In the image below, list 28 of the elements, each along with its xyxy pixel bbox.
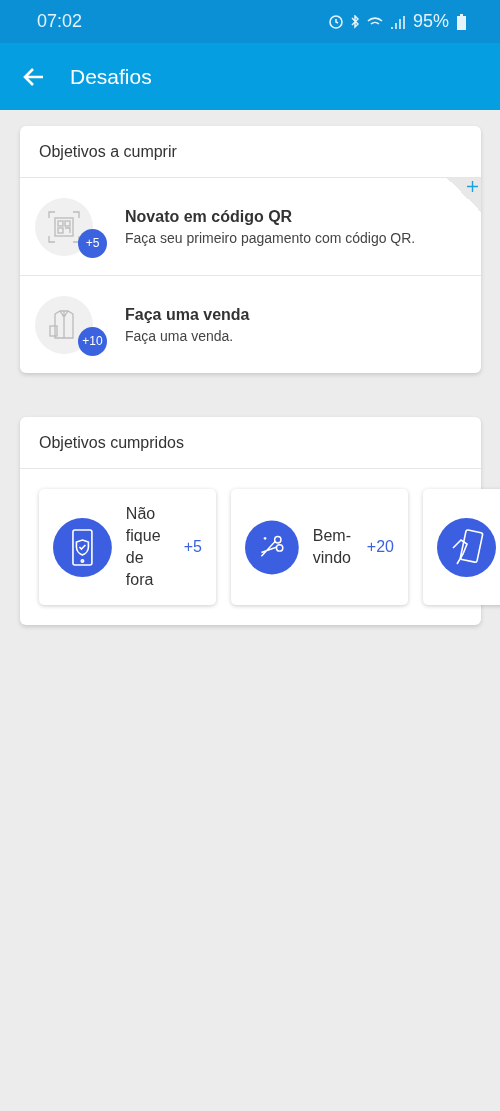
battery-icon xyxy=(457,13,466,30)
achievement-card[interactable]: Não fique de fora +5 xyxy=(39,489,216,605)
bluetooth-icon xyxy=(350,14,359,29)
points-badge: +5 xyxy=(78,228,107,258)
section-title: Objetivos cumpridos xyxy=(20,417,481,469)
battery-percent: 95% xyxy=(412,11,449,32)
challenge-description: Faça seu primeiro pagamento com código QR. xyxy=(125,229,416,246)
section-title: Objetivos a cumprir xyxy=(20,126,481,178)
achievement-points: +5 xyxy=(183,538,202,556)
status-time: 07:02 xyxy=(37,11,83,32)
qr-code-icon xyxy=(47,209,81,244)
plus-icon xyxy=(467,181,478,192)
signal-icon xyxy=(390,14,405,29)
back-arrow-icon[interactable] xyxy=(22,66,44,87)
points-badge: +10 xyxy=(78,326,107,356)
challenge-row[interactable]: +5 Novato em código QR Faça seu primeiro pagamento com código QR. xyxy=(20,178,481,275)
screen-title: Desafios xyxy=(70,64,152,89)
challenge-row[interactable]: +10 Faça uma venda Faça uma venda. xyxy=(20,275,481,373)
alarm-icon xyxy=(328,14,343,29)
achievement-title: Bem-vindo xyxy=(312,526,352,568)
challenge-title: Faça uma venda xyxy=(125,305,250,324)
wifi-icon xyxy=(366,16,383,27)
hand-phone-icon xyxy=(437,517,496,577)
challenge-title: Novato em código QR xyxy=(125,207,294,226)
phone-shield-icon xyxy=(53,517,112,577)
achievement-title: Não fique de fora xyxy=(125,504,162,590)
achievement-points: +20 xyxy=(366,538,394,556)
challenge-description: Faça uma venda. xyxy=(125,327,235,344)
